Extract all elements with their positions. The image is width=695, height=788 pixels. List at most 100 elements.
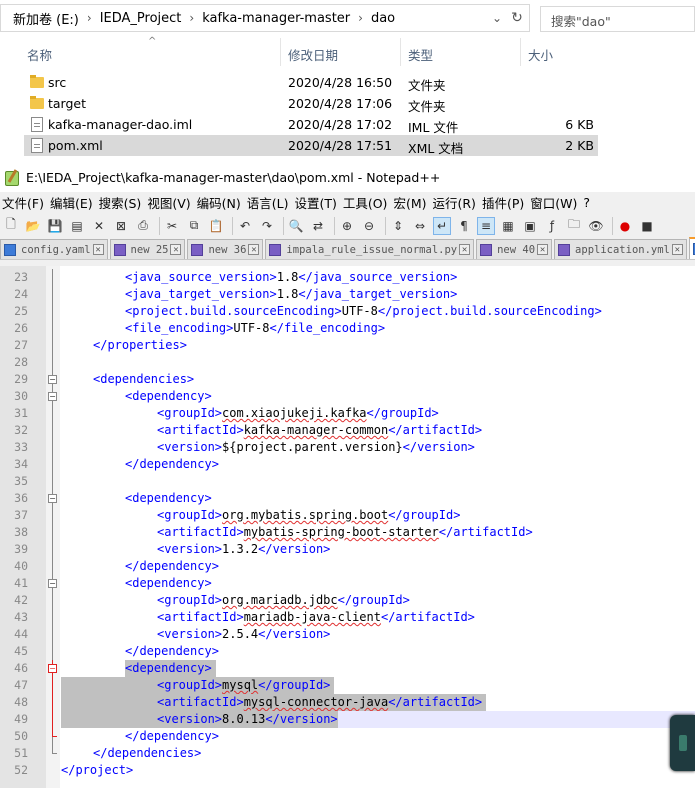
copy-icon[interactable]: ⧉: [185, 217, 203, 235]
code-line[interactable]: 35: [0, 473, 695, 490]
close-all-icon[interactable]: ⊠: [112, 217, 130, 235]
menu-macro[interactable]: 宏(M): [393, 193, 432, 212]
word-wrap-icon[interactable]: ↵: [433, 216, 451, 235]
code-line[interactable]: 51 </dependencies>: [0, 745, 695, 762]
code-line[interactable]: 34 </dependency>: [0, 456, 695, 473]
tab-close-icon[interactable]: ✕: [459, 244, 471, 255]
code-line[interactable]: 27 </properties>: [0, 337, 695, 354]
monitoring-icon[interactable]: 👁: [587, 217, 605, 235]
code-line[interactable]: 26 <file_encoding>UTF-8</file_encoding>: [0, 320, 695, 337]
code-line[interactable]: 42 <groupId>org.mariadb.jdbc</groupId>: [0, 592, 695, 609]
floating-widget[interactable]: [670, 715, 695, 771]
code-line[interactable]: 25 <project.build.sourceEncoding>UTF-8</p…: [0, 303, 695, 320]
code-line[interactable]: 50 </dependency>: [0, 728, 695, 745]
code-line[interactable]: 38 <artifactId>mybatis-spring-boot-starte…: [0, 524, 695, 541]
address-bar[interactable]: 新加卷 (E:) › IEDA_Project › kafka-manager-…: [0, 4, 530, 32]
sync-vertical-icon[interactable]: ⇕: [389, 217, 407, 235]
code-line[interactable]: 52 </project>: [0, 762, 695, 779]
column-header-type[interactable]: 类型: [408, 45, 433, 64]
menu-encoding[interactable]: 编码(N): [197, 193, 247, 212]
stop-macro-icon[interactable]: ■: [638, 217, 656, 235]
code-line[interactable]: 47 <groupId>mysql</groupId>: [0, 677, 695, 694]
print-icon[interactable]: ⎙: [134, 217, 152, 235]
code-line[interactable]: 30 <dependency>: [0, 388, 695, 405]
zoom-out-icon[interactable]: ⊖: [360, 217, 378, 235]
breadcrumb-drive[interactable]: 新加卷 (E:): [1, 9, 85, 28]
column-header-date[interactable]: 修改日期: [288, 45, 338, 64]
column-divider[interactable]: [520, 38, 521, 66]
tab-config-yaml[interactable]: config.yaml ✕: [0, 239, 108, 259]
code-editor[interactable]: 23 <java_source_version>1.8</java_source_…: [0, 266, 695, 788]
breadcrumb-kafka-manager-master[interactable]: kafka-manager-master: [196, 11, 356, 26]
code-line[interactable]: 49 <version>8.0.13</version>: [0, 711, 695, 728]
save-all-icon[interactable]: ▤: [68, 217, 86, 235]
save-icon[interactable]: 💾: [46, 217, 64, 235]
fold-toggle-icon[interactable]: −: [48, 392, 57, 401]
tab-new-36[interactable]: new 36 ✕: [187, 239, 264, 259]
refresh-icon[interactable]: ↻: [507, 5, 527, 31]
menu-plugins[interactable]: 插件(P): [482, 193, 530, 212]
code-line[interactable]: 41 <dependency>: [0, 575, 695, 592]
replace-icon[interactable]: ⇄: [309, 217, 327, 235]
code-line[interactable]: 23 <java_source_version>1.8</java_source_…: [0, 269, 695, 286]
tab-close-icon[interactable]: ✕: [92, 244, 104, 255]
paste-icon[interactable]: 📋: [207, 217, 225, 235]
column-header-name[interactable]: 名称: [27, 45, 52, 64]
tab-close-icon[interactable]: ✕: [537, 244, 549, 255]
breadcrumb-ieda-project[interactable]: IEDA_Project: [94, 11, 188, 26]
code-line[interactable]: 43 <artifactId>mariadb-java-client</artif…: [0, 609, 695, 626]
menu-run[interactable]: 运行(R): [432, 193, 481, 212]
tab-application-yml[interactable]: application.yml ✕: [554, 239, 687, 259]
breadcrumb-separator-icon[interactable]: ›: [187, 11, 196, 25]
code-line[interactable]: 33 <version>${project.parent.version}</ve…: [0, 439, 695, 456]
tab-new-40[interactable]: new 40 ✕: [476, 239, 553, 259]
column-divider[interactable]: [280, 38, 281, 66]
menu-help[interactable]: ?: [583, 195, 596, 210]
fold-toggle-icon[interactable]: −: [48, 664, 57, 673]
column-header-size[interactable]: 大小: [528, 45, 553, 64]
tab-impala-rule-issue-normal-py[interactable]: impala_rule_issue_normal.py ✕: [265, 239, 475, 259]
show-all-chars-icon[interactable]: ¶: [455, 217, 473, 235]
zoom-in-icon[interactable]: ⊕: [338, 217, 356, 235]
code-line[interactable]: 39 <version>1.3.2</version>: [0, 541, 695, 558]
undo-icon[interactable]: ↶: [236, 217, 254, 235]
code-line[interactable]: 45 </dependency>: [0, 643, 695, 660]
tab-pom-xml[interactable]: po: [688, 237, 695, 259]
indent-guide-icon[interactable]: ≡: [477, 216, 495, 235]
menu-window[interactable]: 窗口(W): [530, 193, 583, 212]
open-file-icon[interactable]: 📂: [24, 217, 42, 235]
menu-view[interactable]: 视图(V): [147, 193, 196, 212]
fold-toggle-icon[interactable]: −: [48, 579, 57, 588]
find-icon[interactable]: 🔍: [287, 217, 305, 235]
code-line[interactable]: 46 <dependency>: [0, 660, 695, 677]
code-line[interactable]: 44 <version>2.5.4</version>: [0, 626, 695, 643]
function-list-icon[interactable]: ƒ: [543, 217, 561, 235]
code-line[interactable]: 40 </dependency>: [0, 558, 695, 575]
new-file-icon[interactable]: 🗋: [2, 217, 20, 235]
breadcrumb-dao[interactable]: dao: [365, 11, 401, 26]
close-icon[interactable]: ✕: [90, 217, 108, 235]
code-line[interactable]: 29 <dependencies>: [0, 371, 695, 388]
menu-tools[interactable]: 工具(O): [343, 193, 394, 212]
code-line[interactable]: 48 <artifactId>mysql-connector-java</arti…: [0, 694, 695, 711]
tab-close-icon[interactable]: ✕: [671, 244, 683, 255]
cut-icon[interactable]: ✂: [163, 217, 181, 235]
tab-close-icon[interactable]: ✕: [248, 244, 260, 255]
sync-horizontal-icon[interactable]: ⇔: [411, 217, 429, 235]
code-line[interactable]: 36 <dependency>: [0, 490, 695, 507]
fold-toggle-icon[interactable]: −: [48, 375, 57, 384]
code-line[interactable]: 37 <groupId>org.mybatis.spring.boot</grou…: [0, 507, 695, 524]
menu-settings[interactable]: 设置(T): [294, 193, 342, 212]
udl-icon[interactable]: ▦: [499, 217, 517, 235]
search-input[interactable]: 搜索"dao": [540, 6, 695, 32]
folder-workspace-icon[interactable]: 🗀: [565, 217, 583, 235]
breadcrumb-separator-icon[interactable]: ›: [356, 11, 365, 25]
redo-icon[interactable]: ↷: [258, 217, 276, 235]
code-line[interactable]: 28: [0, 354, 695, 371]
fold-toggle-icon[interactable]: −: [48, 494, 57, 503]
menu-language[interactable]: 语言(L): [247, 193, 295, 212]
code-line[interactable]: 24 <java_target_version>1.8</java_target_…: [0, 286, 695, 303]
file-row-target[interactable]: target 2020/4/28 17:06 文件夹: [24, 93, 598, 114]
menu-file[interactable]: 文件(F): [0, 193, 50, 212]
breadcrumb-separator-icon[interactable]: ›: [85, 11, 94, 25]
